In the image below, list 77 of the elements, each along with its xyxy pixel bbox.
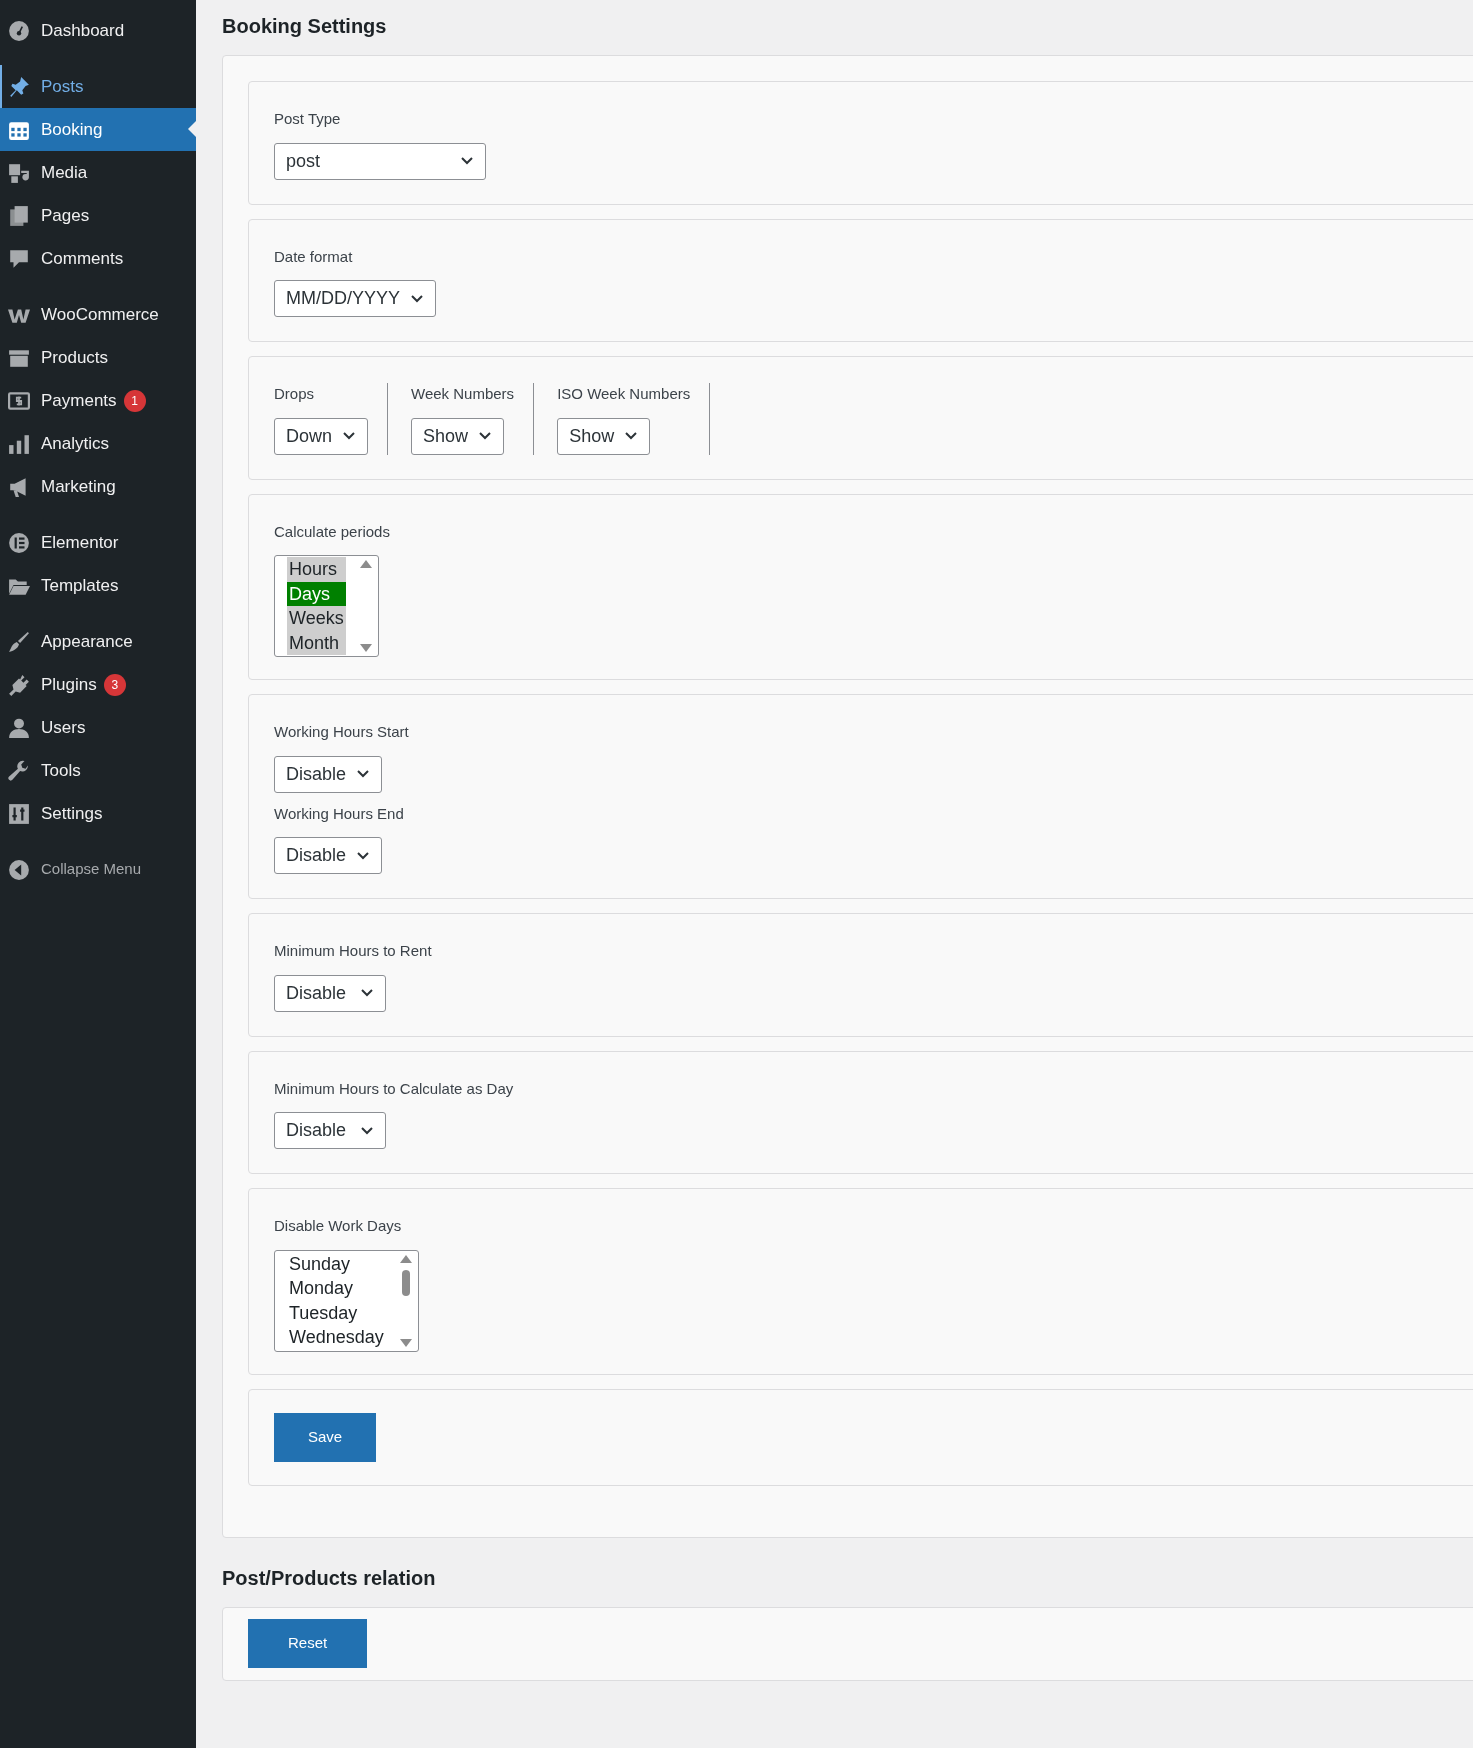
reset-button[interactable]: Reset <box>248 1618 368 1668</box>
field-label: Working Hours End <box>274 803 405 824</box>
list-box[interactable]: Hours Days Weeks Month <box>274 555 379 657</box>
chevron-down-icon <box>342 431 357 441</box>
chevron-down-icon <box>356 850 371 861</box>
list-option[interactable]: Hours <box>287 557 346 582</box>
dropdown[interactable]: post <box>274 142 486 180</box>
chevron-down-icon <box>356 769 371 779</box>
field-label: Minimum Hours to Rent <box>274 941 433 961</box>
menu-item[interactable]: Booking <box>0 108 196 151</box>
menu-item[interactable]: Templates <box>0 564 196 607</box>
section-title: Post/Products relation <box>222 1565 437 1590</box>
list-box[interactable]: Sunday Monday Tuesday Wednesday <box>274 1249 419 1352</box>
e-circle-icon <box>8 531 30 554</box>
dollar-card-icon <box>8 389 30 412</box>
dropdown[interactable]: Show <box>411 417 505 455</box>
dropdown[interactable]: Disable <box>274 755 383 793</box>
menu-item[interactable]: Comments <box>0 237 196 280</box>
menu-item[interactable]: Settings <box>0 792 196 835</box>
chevron-down-icon <box>460 156 474 166</box>
field-label: Minimum Hours to Calculate as Day <box>274 1078 515 1099</box>
pages-icon <box>8 204 30 227</box>
menu-item[interactable]: Elementor <box>0 521 196 564</box>
brush-icon <box>8 630 30 653</box>
menu-item[interactable]: Posts <box>0 65 196 108</box>
menu-item[interactable]: Dashboard <box>0 9 196 52</box>
menu-item[interactable]: Users <box>0 706 196 749</box>
list-option[interactable]: Sunday <box>287 1251 386 1276</box>
list-option[interactable]: Wednesday <box>287 1325 386 1350</box>
field-label: Disable Work Days <box>274 1216 403 1236</box>
plug-icon <box>8 673 30 696</box>
menu-item[interactable]: Media <box>0 151 196 194</box>
field-label: Working Hours Start <box>274 722 410 742</box>
dropdown[interactable]: MM/DD/YYYY <box>274 280 436 317</box>
field-label: Week Numbers <box>411 384 515 404</box>
list-option[interactable]: Weeks <box>287 606 346 631</box>
bar-chart-icon <box>8 432 30 455</box>
menu-item[interactable]: Marketing <box>0 465 196 508</box>
menu-item[interactable]: Appearance <box>0 620 196 663</box>
chevron-down-icon <box>478 431 493 441</box>
gauge-icon <box>8 19 30 42</box>
user-icon <box>8 716 30 739</box>
menu-item[interactable]: WooCommerce <box>0 293 196 336</box>
save-button[interactable]: Save <box>274 1412 377 1462</box>
dropdown[interactable]: Disable <box>274 837 383 874</box>
dropdown[interactable]: Show <box>557 417 651 455</box>
media-icon <box>8 161 30 184</box>
menu-item[interactable]: Analytics <box>0 422 196 465</box>
field-label: ISO Week Numbers <box>557 384 691 404</box>
menu-item[interactable]: Pages <box>0 194 196 237</box>
count-badge: 1 <box>123 389 146 412</box>
speech-bubble-icon <box>8 247 30 270</box>
list-option[interactable]: Month <box>287 630 346 655</box>
dropdown[interactable]: Down <box>274 417 369 455</box>
list-option[interactable]: Monday <box>287 1276 386 1301</box>
menu-item[interactable]: Payments 1 <box>0 379 196 422</box>
section-title: Booking Settings <box>222 14 388 38</box>
field-label: Post Type <box>274 109 342 129</box>
menu-item[interactable]: Products <box>0 336 196 379</box>
list-option[interactable]: Tuesday <box>287 1300 386 1325</box>
chevron-down-icon <box>624 431 639 441</box>
pin-icon <box>8 75 30 98</box>
field-label: Drops <box>274 384 315 404</box>
field-label: Calculate periods <box>274 521 391 542</box>
menu-item[interactable]: Plugins 3 <box>0 663 196 706</box>
menu-item[interactable]: Tools <box>0 749 196 792</box>
field-label: Date format <box>274 246 354 267</box>
chevron-down-icon <box>360 988 374 998</box>
collapse-menu-button[interactable]: Collapse Menu <box>0 848 196 891</box>
sliders-icon <box>8 802 30 825</box>
dropdown[interactable]: Disable <box>274 974 386 1012</box>
list-option[interactable]: Days <box>287 581 346 606</box>
chevron-down-icon <box>410 293 424 304</box>
chevron-down-icon <box>360 1125 374 1136</box>
wrench-icon <box>8 759 30 782</box>
dropdown[interactable]: Disable <box>274 1112 386 1149</box>
count-badge: 3 <box>103 673 126 696</box>
